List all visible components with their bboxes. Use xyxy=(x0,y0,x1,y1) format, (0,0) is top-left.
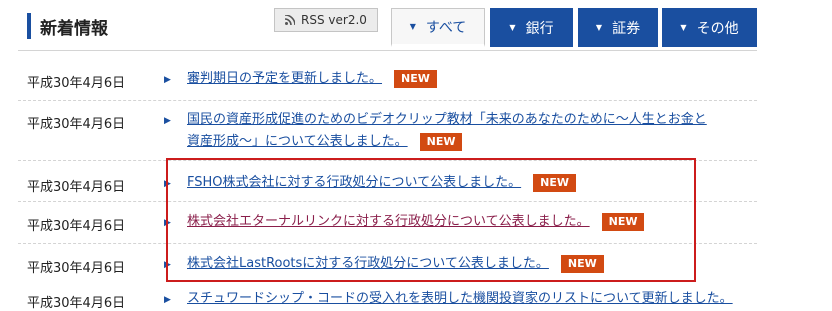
triangle-down-icon: ▼ xyxy=(595,23,603,32)
triangle-right-icon: ▶ xyxy=(164,295,171,305)
header-divider xyxy=(18,50,757,51)
tab-bank-label: 銀行 xyxy=(525,20,554,37)
tab-all-label: すべて xyxy=(425,19,467,36)
triangle-down-icon: ▼ xyxy=(509,23,516,32)
news-date: 平成30年4月6日 xyxy=(27,117,126,132)
triangle-down-icon: ▼ xyxy=(409,22,416,31)
triangle-down-icon: ▼ xyxy=(680,23,687,32)
news-link-text: 審判期日の予定を更新しました。 xyxy=(187,71,383,86)
news-date: 平成30年4月6日 xyxy=(27,76,126,91)
news-link[interactable]: スチュワードシップ・コードの受入れを表明した機関投資家のリストについて更新しまし… xyxy=(187,288,733,310)
tab-bank[interactable]: ▼ 銀行 xyxy=(490,8,573,47)
news-link-text-line1: 国民の資産形成促進のためのビデオクリップ教材「未来のあなたのために～人生とお金と xyxy=(187,112,707,127)
new-badge: NEW xyxy=(394,69,437,88)
rss-icon xyxy=(285,15,296,25)
triangle-right-icon: ▶ xyxy=(164,116,171,126)
triangle-right-icon: ▶ xyxy=(164,75,171,85)
row-divider xyxy=(18,100,757,101)
rss-button[interactable]: RSS ver2.0 xyxy=(274,8,378,32)
page-title: 新着情報 xyxy=(40,18,108,39)
highlight-box xyxy=(166,158,696,282)
news-date: 平成30年4月6日 xyxy=(27,180,126,195)
tab-securities[interactable]: ▼ 証券 xyxy=(578,8,658,47)
news-date: 平成30年4月6日 xyxy=(27,219,126,234)
news-link[interactable]: 国民の資産形成促進のためのビデオクリップ教材「未来のあなたのために～人生とお金と… xyxy=(187,109,707,153)
tab-other-label: その他 xyxy=(696,20,739,37)
news-link-text-line2: 資産形成～」について公表しました。 xyxy=(187,134,408,149)
news-date: 平成30年4月6日 xyxy=(27,261,126,276)
news-date: 平成30年4月6日 xyxy=(27,296,126,311)
tab-securities-label: 証券 xyxy=(612,20,641,37)
rss-label: RSS ver2.0 xyxy=(301,13,367,27)
tab-all[interactable]: ▼ すべて xyxy=(391,8,485,47)
new-badge: NEW xyxy=(419,132,463,151)
section-title: 新着情報 xyxy=(27,13,108,39)
tab-other[interactable]: ▼ その他 xyxy=(662,8,757,47)
news-link[interactable]: 審判期日の予定を更新しました。 NEW xyxy=(187,68,437,90)
